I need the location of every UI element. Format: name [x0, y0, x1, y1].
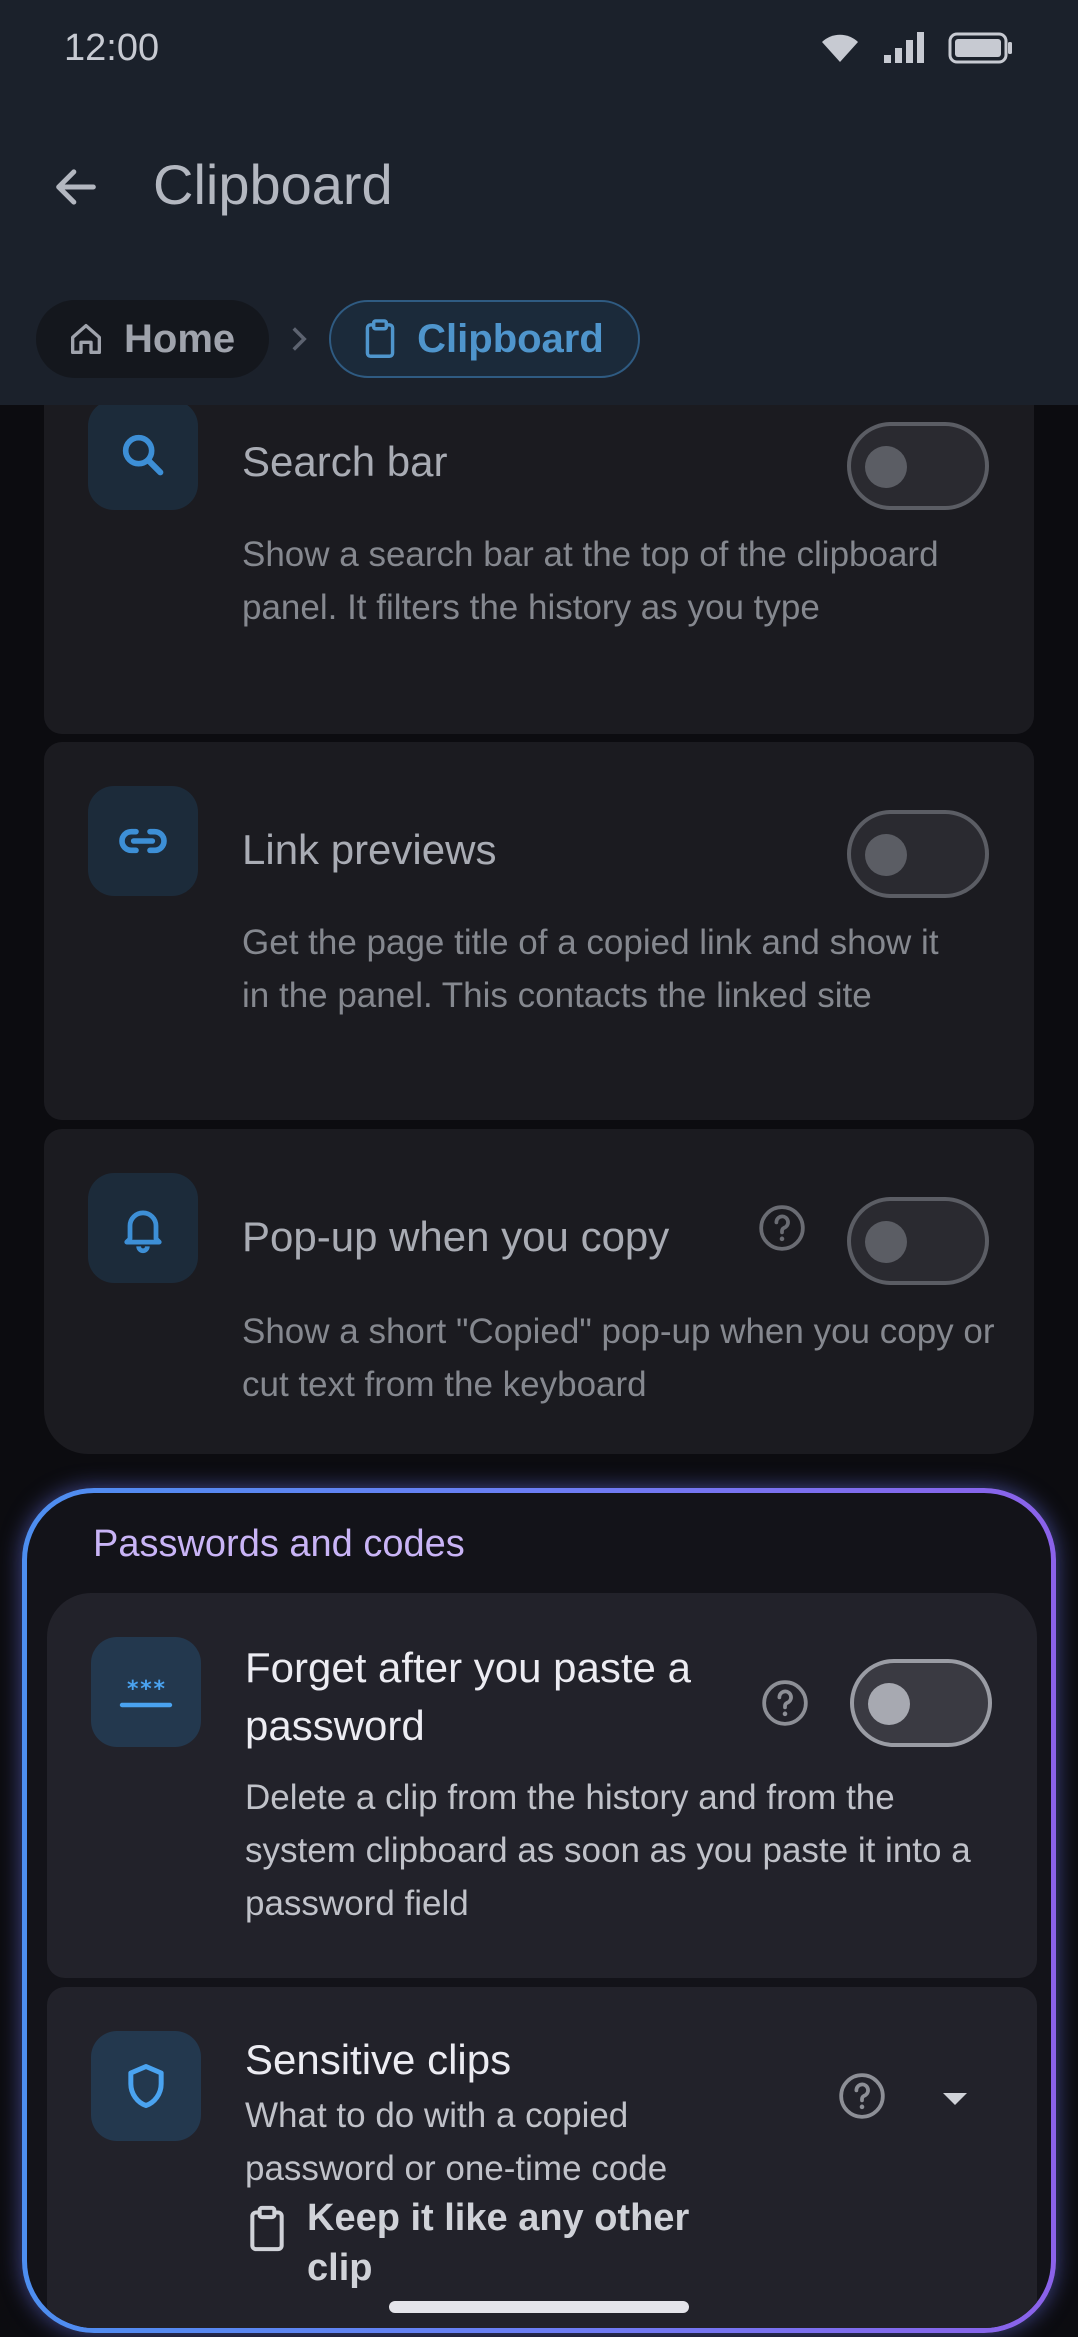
- help-icon[interactable]: [837, 2071, 887, 2121]
- back-button[interactable]: [44, 155, 108, 219]
- link-icon: [88, 786, 198, 896]
- app-bar: Clipboard: [0, 130, 1078, 240]
- setting-link-previews[interactable]: Link previews Get the page title of a co…: [44, 742, 1034, 1120]
- clipboard-icon: [250, 2205, 284, 2252]
- setting-description: Get the page title of a copied link and …: [242, 923, 939, 1015]
- setting-forget-after-paste[interactable]: *** Forget after you paste a password De…: [47, 1593, 1037, 1978]
- link-previews-toggle[interactable]: [847, 810, 989, 898]
- search-bar-toggle[interactable]: [847, 422, 989, 510]
- status-time: 12:00: [64, 26, 160, 69]
- clipboard-icon: [365, 319, 395, 359]
- status-icons: [820, 31, 1014, 65]
- wifi-icon: [822, 34, 858, 62]
- forget-after-paste-toggle[interactable]: [850, 1659, 992, 1747]
- breadcrumb-current[interactable]: Clipboard: [329, 300, 640, 378]
- help-icon[interactable]: [757, 1203, 807, 1253]
- status-bar: 12:00: [0, 0, 1078, 96]
- setting-popup-on-copy[interactable]: Pop-up when you copy Show a short "Copie…: [44, 1129, 1034, 1454]
- setting-description: What to do with a copied password or one…: [245, 2096, 668, 2188]
- breadcrumb-home[interactable]: Home: [36, 300, 270, 378]
- setting-description: Delete a clip from the history and from …: [245, 1778, 971, 1923]
- breadcrumb: Home Clipboard: [36, 300, 640, 378]
- setting-sensitive-clips[interactable]: Sensitive clips What to do with a copied…: [47, 1987, 1037, 2328]
- bell-icon: [88, 1173, 198, 1283]
- passwords-and-codes-section: Passwords and codes *** Forget after you…: [22, 1488, 1056, 2333]
- section-body: Passwords and codes *** Forget after you…: [27, 1493, 1051, 2328]
- setting-title: Search bar: [242, 438, 448, 485]
- setting-description: Show a short "Copied" pop-up when you co…: [242, 1312, 995, 1404]
- breadcrumb-home-label: Home: [124, 316, 236, 361]
- shield-icon: [91, 2031, 201, 2141]
- help-icon[interactable]: [760, 1678, 810, 1728]
- setting-description: Show a search bar at the top of the clip…: [242, 535, 939, 627]
- toggle-knob: [865, 1221, 907, 1263]
- sensitive-clips-value[interactable]: Keep it like any other clip: [245, 2193, 727, 2293]
- toggle-knob: [868, 1683, 910, 1725]
- popup-toggle[interactable]: [847, 1197, 989, 1285]
- breadcrumb-current-label: Clipboard: [417, 316, 604, 361]
- battery-icon: [948, 32, 1012, 64]
- svg-text:***: ***: [126, 1677, 166, 1702]
- setting-title: Sensitive clips: [245, 2036, 512, 2083]
- search-icon: [88, 400, 198, 510]
- toggle-knob: [865, 834, 907, 876]
- page-title: Clipboard: [153, 153, 393, 216]
- setting-title: Pop-up when you copy: [242, 1213, 670, 1260]
- chevron-right-icon: [269, 325, 329, 353]
- chevron-down-icon[interactable]: [935, 2083, 975, 2113]
- signal-icon: [884, 32, 924, 63]
- setting-title: Link previews: [242, 826, 497, 873]
- selected-option: Keep it like any other clip: [307, 2197, 690, 2289]
- home-indicator[interactable]: [389, 2301, 689, 2313]
- home-icon: [71, 324, 102, 354]
- password-icon: ***: [91, 1637, 201, 1747]
- toggle-knob: [865, 446, 907, 488]
- back-arrow-icon: [56, 169, 96, 205]
- section-label: Passwords and codes: [93, 1523, 465, 1565]
- setting-title: Forget after you paste a password: [245, 1644, 691, 1749]
